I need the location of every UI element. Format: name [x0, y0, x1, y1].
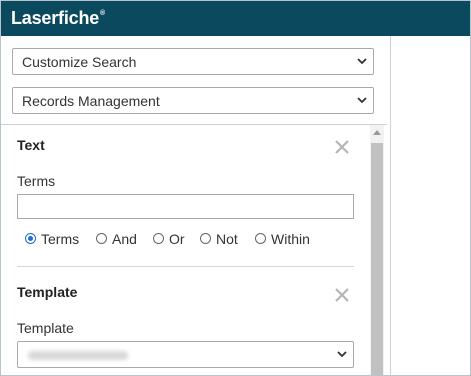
section-divider — [17, 266, 354, 267]
close-icon[interactable] — [334, 139, 350, 155]
radio-button[interactable] — [200, 233, 211, 244]
search-pane: Customize Search Records Management Text… — [1, 36, 389, 375]
results-pane — [390, 36, 470, 375]
terms-input[interactable] — [17, 194, 354, 219]
chevron-down-icon — [337, 351, 347, 358]
radio-label: Within — [271, 231, 310, 247]
radio-label: Terms — [41, 231, 80, 247]
chevron-down-icon — [357, 58, 367, 65]
scroll-up-arrow-icon[interactable] — [373, 130, 381, 135]
app-window: Laserfiche® Customize Search Records Man… — [0, 0, 471, 376]
radio-button[interactable] — [255, 233, 266, 244]
logo-text: Laserfiche — [11, 8, 100, 28]
search-criteria-panel: Text Terms Terms And Or Not Within Templ… — [1, 124, 387, 375]
radio-label: And — [112, 231, 137, 247]
chevron-down-icon — [357, 97, 367, 104]
redacted-template-value — [28, 351, 128, 360]
radio-button[interactable] — [96, 233, 107, 244]
top-header-bar: Laserfiche® — [1, 1, 470, 36]
logo-registered-mark: ® — [100, 10, 106, 17]
laserfiche-logo[interactable]: Laserfiche® — [11, 8, 105, 29]
template-section-title: Template — [17, 284, 78, 300]
radio-label: Not — [216, 231, 238, 247]
vertical-scrollbar[interactable] — [370, 125, 384, 375]
customize-search-select[interactable]: Customize Search — [12, 48, 374, 75]
close-icon[interactable] — [334, 287, 350, 303]
radio-button[interactable] — [153, 233, 164, 244]
terms-label: Terms — [17, 173, 56, 189]
repository-select[interactable]: Records Management — [12, 87, 374, 114]
template-select[interactable] — [17, 341, 354, 368]
scrollbar-thumb[interactable] — [371, 143, 383, 375]
radio-label: Or — [169, 231, 185, 247]
repository-select-value: Records Management — [22, 93, 160, 109]
customize-search-value: Customize Search — [22, 54, 137, 70]
template-label: Template — [17, 320, 74, 336]
radio-button-selected[interactable] — [25, 233, 36, 244]
text-section-title: Text — [17, 137, 45, 153]
